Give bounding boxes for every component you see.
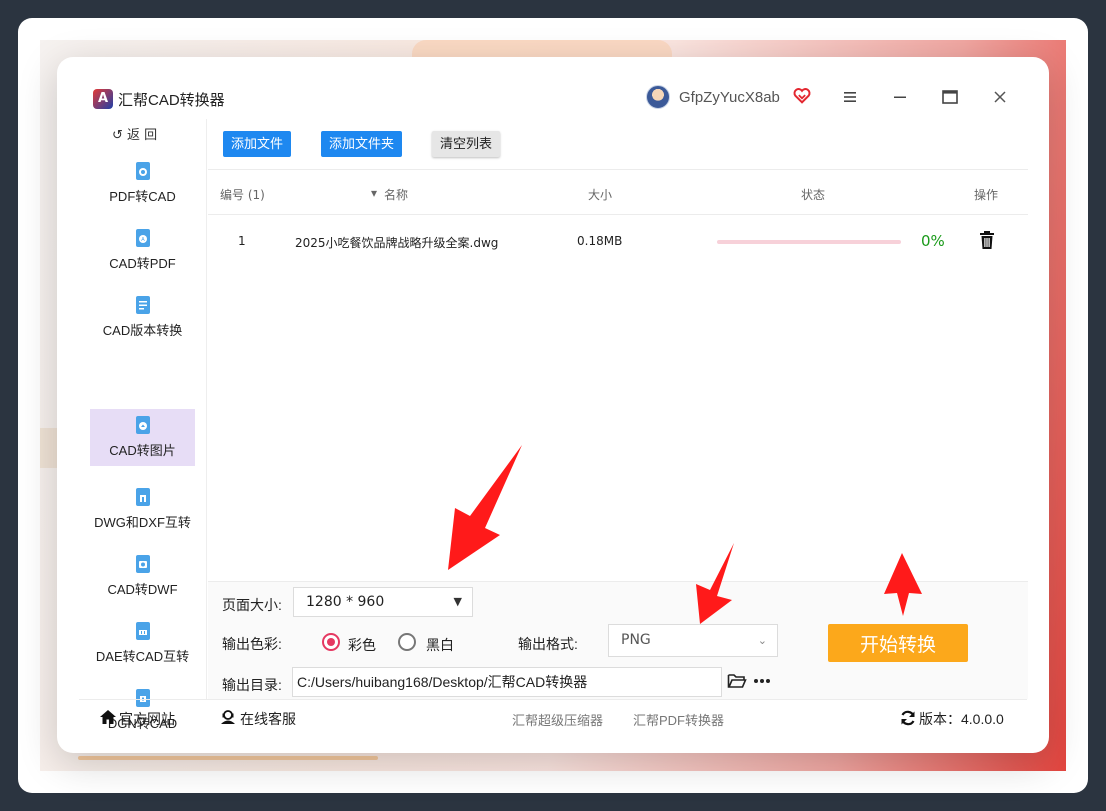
sidebar-item-cad-to-image[interactable]: CAD转图片 xyxy=(90,409,195,466)
dae-cad-icon xyxy=(135,622,150,640)
pdf-converter-link[interactable]: 汇帮PDF转换器 xyxy=(633,710,724,729)
sidebar-item-dae-cad[interactable]: DAE转CAD互转 xyxy=(90,615,195,673)
col-index[interactable]: 编号 (1) xyxy=(220,186,265,203)
footer: 官方网站 在线客服 汇帮超级压缩器 汇帮PDF转换器 版本：4.0.0.0 xyxy=(79,699,1027,735)
vip-heart-icon[interactable] xyxy=(793,87,811,105)
page-size-label: 页面大小: xyxy=(222,597,282,613)
output-dir-label: 输出目录: xyxy=(222,677,282,693)
output-color-label: 输出色彩: xyxy=(222,636,282,652)
cad-to-pdf-icon: A xyxy=(135,229,150,247)
back-arrow-icon: ↺ xyxy=(112,128,123,143)
maximize-icon[interactable] xyxy=(940,87,960,107)
progress-percent: 0% xyxy=(921,232,945,250)
more-icon[interactable] xyxy=(753,678,771,684)
sidebar-item-cad-version[interactable]: CAD版本转换 xyxy=(90,289,195,347)
sidebar-item-dwg-dxf[interactable]: DWG和DXF互转 xyxy=(90,481,195,539)
dwg-dxf-icon xyxy=(135,488,150,506)
svg-text:A: A xyxy=(141,237,145,243)
compressor-link[interactable]: 汇帮超级压缩器 xyxy=(512,710,603,729)
sidebar-item-dgn-cad[interactable]: DGN转CAD xyxy=(90,682,195,731)
app-window: A 汇帮CAD转换器 GfpZyYucX8ab ↺ 返 回 PDF转CAD A … xyxy=(57,57,1049,753)
sidebar: ↺ 返 回 PDF转CAD A CAD转PDF CAD版本转换 CAD转图片 D… xyxy=(79,119,207,731)
avatar[interactable] xyxy=(646,85,670,109)
app-title: 汇帮CAD转换器 xyxy=(118,92,225,109)
sidebar-item-pdf-to-cad[interactable]: PDF转CAD xyxy=(90,155,195,213)
output-dir-input[interactable]: C:/Users/huibang168/Desktop/汇帮CAD转换器 xyxy=(292,667,722,697)
start-convert-button[interactable]: 开始转换 xyxy=(828,624,968,662)
col-name[interactable]: 名称 xyxy=(384,186,408,203)
bw-radio[interactable] xyxy=(398,633,416,651)
color-radio[interactable] xyxy=(322,633,340,651)
refresh-icon[interactable] xyxy=(899,710,917,726)
col-status[interactable]: 状态 xyxy=(801,186,825,203)
folder-icon[interactable] xyxy=(727,672,747,690)
col-action: 操作 xyxy=(974,188,999,202)
support-agent-icon xyxy=(221,710,235,724)
version-label: 版本：4.0.0.0 xyxy=(919,711,1004,727)
row-filename: 2025小吃餐饮品牌战略升级全案.dwg xyxy=(295,236,499,250)
home-icon xyxy=(100,710,116,724)
close-icon[interactable] xyxy=(990,87,1010,107)
sidebar-item-cad-to-dwf[interactable]: CAD转DWF xyxy=(90,548,195,606)
table-row[interactable]: 1 2025小吃餐饮品牌战略升级全案.dwg 0.18MB 0% xyxy=(208,216,1028,266)
row-size: 0.18MB xyxy=(577,234,623,248)
sort-down-icon[interactable]: ▾ xyxy=(371,186,377,200)
username[interactable]: GfpZyYucX8ab xyxy=(679,89,780,106)
online-service-link[interactable]: 在线客服 xyxy=(240,709,296,729)
table-header: 编号 (1) ▾ 名称 大小 状态 操作 xyxy=(208,169,1028,215)
pdf-to-cad-icon xyxy=(135,162,150,180)
page-size-select[interactable]: 1280 * 960 ▼ xyxy=(293,587,473,617)
format-select[interactable]: PNG ⌄ xyxy=(608,624,778,657)
caret-down-icon: ▼ xyxy=(453,595,462,608)
color-radio-label[interactable]: 彩色 xyxy=(348,635,376,655)
output-settings: 页面大小: 1280 * 960 ▼ 输出色彩: 彩色 黑白 输出格式: PNG… xyxy=(208,581,1028,699)
sidebar-item-cad-to-pdf[interactable]: A CAD转PDF xyxy=(90,222,195,280)
menu-icon[interactable] xyxy=(840,87,860,107)
back-button[interactable]: ↺ 返 回 xyxy=(112,124,157,143)
title-bar: A 汇帮CAD转换器 GfpZyYucX8ab xyxy=(57,57,1049,117)
bw-radio-label[interactable]: 黑白 xyxy=(426,635,454,655)
clear-list-button[interactable]: 清空列表 xyxy=(432,131,501,157)
row-index: 1 xyxy=(238,234,246,248)
add-folder-button[interactable]: 添加文件夹 xyxy=(321,131,403,157)
minimize-icon[interactable] xyxy=(890,87,910,107)
cad-to-dwf-icon xyxy=(135,555,150,573)
col-size[interactable]: 大小 xyxy=(588,186,612,203)
output-format-label: 输出格式: xyxy=(518,636,578,652)
official-site-link[interactable]: 官方网站 xyxy=(119,709,175,729)
chevron-down-icon: ⌄ xyxy=(757,634,767,647)
add-file-button[interactable]: 添加文件 xyxy=(223,131,292,157)
cad-version-icon xyxy=(135,296,150,314)
app-logo-icon: A xyxy=(93,89,113,109)
cad-to-image-icon xyxy=(135,416,150,434)
trash-icon[interactable] xyxy=(978,230,996,250)
progress-bar xyxy=(717,240,901,244)
